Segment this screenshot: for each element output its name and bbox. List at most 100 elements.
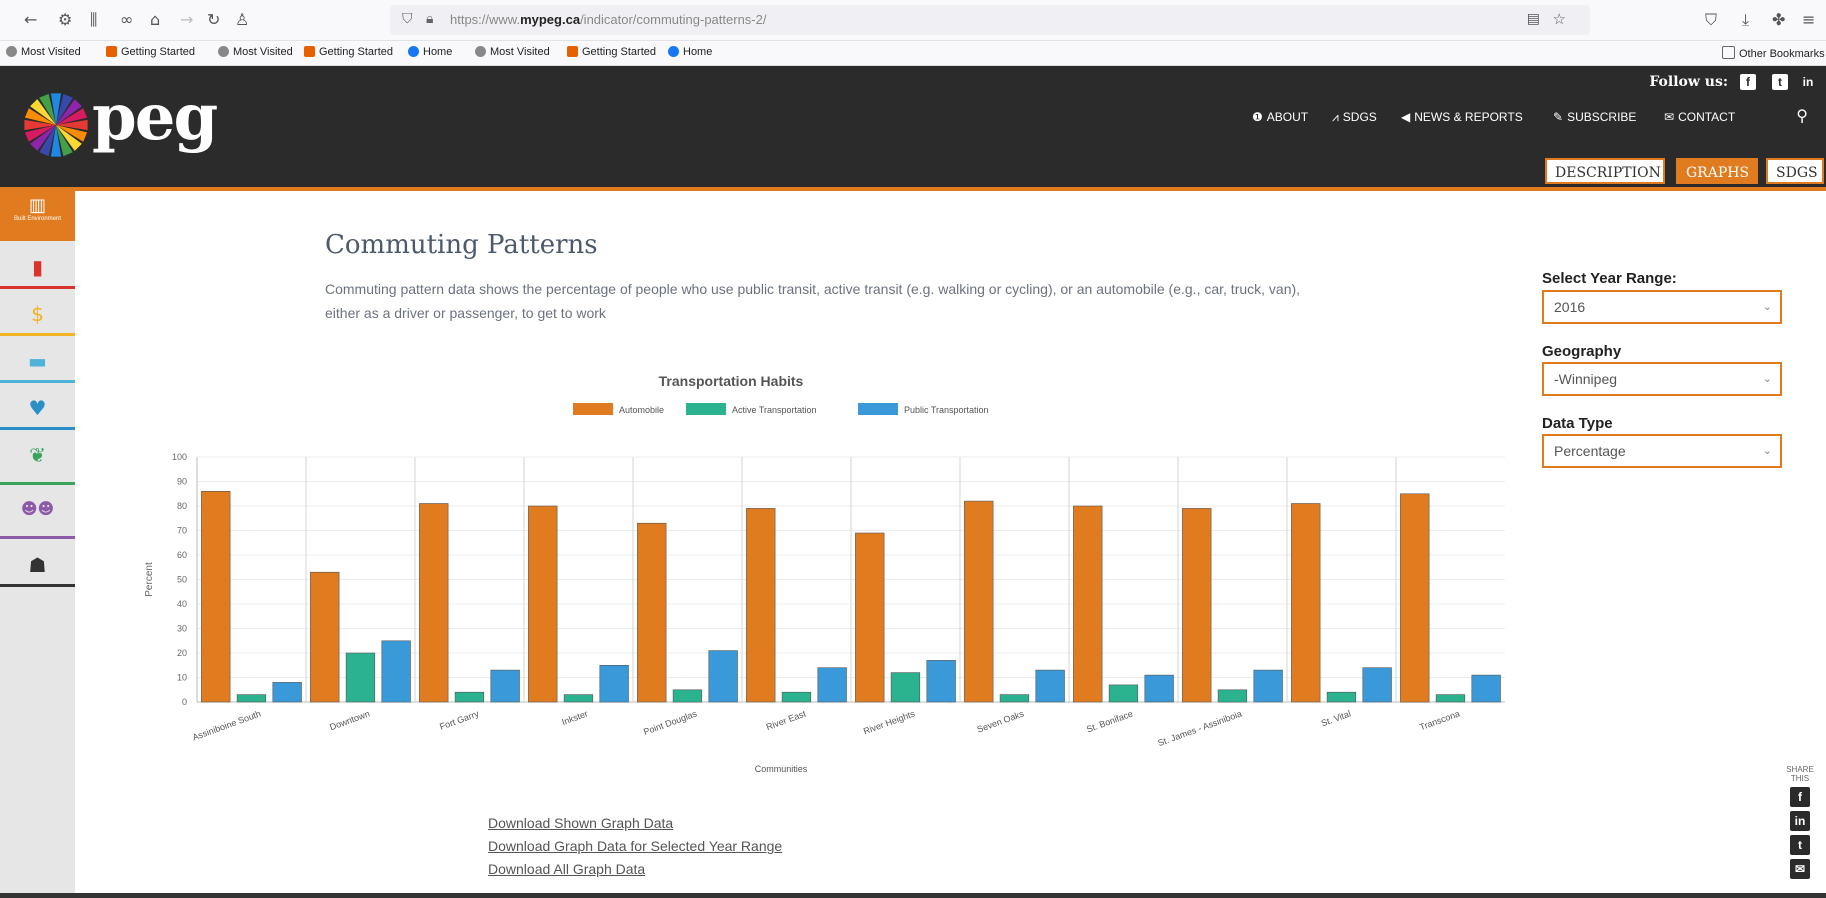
megaphone-icon: ◀ bbox=[1401, 110, 1411, 124]
share-email-icon[interactable]: ✉ bbox=[1790, 859, 1810, 879]
bookmark-most-visited[interactable]: Most Visited bbox=[475, 46, 550, 58]
sidebar-item-education[interactable]: ▬ bbox=[0, 337, 75, 383]
bookmark-getting-started[interactable]: Getting Started bbox=[106, 46, 195, 58]
bookmark-home[interactable]: Home bbox=[668, 46, 712, 58]
x-tick-label: Point Douglas bbox=[642, 708, 699, 737]
y-tick-label: 20 bbox=[177, 648, 187, 658]
x-tick-label: Inkster bbox=[560, 708, 589, 727]
bar-automobile bbox=[746, 508, 776, 703]
facebook-icon[interactable]: f bbox=[1740, 74, 1756, 90]
peg-logo-icon[interactable] bbox=[22, 91, 90, 159]
firefox-icon bbox=[567, 46, 578, 57]
bar-automobile bbox=[964, 500, 994, 703]
twitter-icon[interactable]: t bbox=[1772, 74, 1788, 90]
nav-subscribe[interactable]: ✎ SUBSCRIBE bbox=[1553, 110, 1636, 124]
gear-icon bbox=[218, 46, 229, 57]
sidebar-item-economy[interactable]: $ bbox=[0, 290, 75, 336]
legend-swatch bbox=[686, 403, 726, 415]
nav-about[interactable]: ❶ ABOUT bbox=[1252, 110, 1308, 124]
bar-active-transportation bbox=[563, 694, 594, 703]
tab-description[interactable]: DESCRIPTION bbox=[1545, 158, 1665, 184]
reload-icon[interactable]: ↻ bbox=[207, 10, 220, 29]
bookmark-most-visited[interactable]: Most Visited bbox=[6, 46, 81, 58]
linkedin-icon[interactable]: in bbox=[1800, 74, 1816, 90]
back-icon[interactable]: ← bbox=[24, 10, 37, 29]
bookmark-star-icon[interactable]: ☆ bbox=[1553, 10, 1566, 28]
y-axis-label: Percent bbox=[144, 562, 155, 597]
extensions-icon[interactable]: ✤ bbox=[1772, 10, 1785, 29]
sidebar-item-environment[interactable]: ❦ bbox=[0, 431, 75, 485]
data-type-select[interactable]: Percentage ⌄ bbox=[1542, 434, 1782, 468]
url-text[interactable]: https://www.mypeg.ca/indicator/commuting… bbox=[450, 12, 766, 27]
sidebar-item-built-environment[interactable]: ▥ Built Environment bbox=[0, 191, 75, 241]
chart-icon: ⩘ bbox=[1332, 110, 1339, 124]
envelope-icon: ✉ bbox=[1664, 110, 1675, 124]
sidebar-item-mind[interactable]: ☗ bbox=[0, 541, 75, 587]
x-tick-label: St. James - Assiniboia bbox=[1157, 708, 1244, 748]
follow-us-label: Follow us: bbox=[1649, 74, 1728, 90]
leaf-icon: ❦ bbox=[29, 443, 46, 467]
year-range-label: Select Year Range: bbox=[1542, 270, 1677, 287]
share-linkedin-icon[interactable]: in bbox=[1790, 811, 1810, 831]
site-logo[interactable]: peg bbox=[92, 80, 218, 155]
sidebar-item-social[interactable]: ☻☻ bbox=[0, 487, 75, 539]
bar-active-transportation bbox=[1435, 694, 1466, 703]
address-bar[interactable]: ⛉ 🔒︎ https://www.mypeg.ca/indicator/comm… bbox=[390, 5, 1590, 35]
category-sidebar: ▥ Built Environment ▮ $ ▬ ♥ ❦ ☻☻ ☗ bbox=[0, 191, 75, 898]
sidebar-item-lungs[interactable]: ▮ bbox=[0, 243, 75, 289]
glasses-icon[interactable]: ∞ bbox=[120, 10, 133, 29]
bar-active-transportation bbox=[345, 652, 376, 703]
bar-active-transportation bbox=[454, 691, 485, 703]
nav-sdgs[interactable]: ⩘ SDGS bbox=[1332, 110, 1377, 125]
bar-public-transportation bbox=[1362, 667, 1392, 703]
bookmark-getting-started[interactable]: Getting Started bbox=[304, 46, 393, 58]
bookmark-getting-started[interactable]: Getting Started bbox=[567, 46, 656, 58]
bar-automobile bbox=[1182, 508, 1212, 703]
head-icon: ☗ bbox=[28, 553, 47, 577]
sidebar-item-health[interactable]: ♥ bbox=[0, 384, 75, 430]
bar-public-transportation bbox=[817, 667, 847, 703]
legend-swatch bbox=[573, 403, 613, 415]
x-axis-label: Communities bbox=[755, 764, 808, 774]
extension-icon[interactable]: ⚙ bbox=[58, 10, 72, 29]
bar-automobile bbox=[1073, 505, 1103, 703]
download-shown-link[interactable]: Download Shown Graph Data bbox=[488, 812, 782, 835]
shield-icon[interactable]: ⛉ bbox=[402, 11, 413, 27]
pencil-icon: ✎ bbox=[1553, 110, 1564, 124]
share-facebook-icon[interactable]: f bbox=[1790, 787, 1810, 807]
bookmark-home[interactable]: Home bbox=[408, 46, 452, 58]
bar-automobile bbox=[1291, 503, 1321, 703]
geography-select[interactable]: -Winnipeg ⌄ bbox=[1542, 362, 1782, 396]
reader-view-icon[interactable]: ▤ bbox=[1527, 11, 1540, 27]
forward-icon[interactable]: → bbox=[180, 10, 193, 29]
menu-icon[interactable]: ≡ bbox=[1802, 10, 1815, 29]
home-icon[interactable]: ⌂ bbox=[150, 10, 160, 29]
library-icon[interactable]: ⫼ bbox=[90, 10, 97, 30]
bookmark-most-visited[interactable]: Most Visited bbox=[218, 46, 293, 58]
download-all-link[interactable]: Download All Graph Data bbox=[488, 858, 782, 881]
facebook-icon bbox=[408, 46, 419, 57]
pocket-icon[interactable]: ⛉ bbox=[1705, 10, 1717, 30]
legend-label: Automobile bbox=[619, 405, 664, 415]
other-bookmarks[interactable]: Other Bookmarks bbox=[1722, 46, 1825, 60]
transportation-chart: Transportation Habits Automobile Active Tr… bbox=[140, 370, 1540, 810]
page-title: Commuting Patterns bbox=[325, 230, 598, 260]
heart-icon: ♥ bbox=[28, 396, 47, 420]
download-range-link[interactable]: Download Graph Data for Selected Year Ra… bbox=[488, 835, 782, 858]
bar-automobile bbox=[637, 522, 667, 703]
account-icon[interactable]: ♙ bbox=[235, 10, 249, 29]
nav-news-reports[interactable]: ◀ NEWS & REPORTS bbox=[1401, 110, 1523, 124]
nav-contact[interactable]: ✉ CONTACT bbox=[1664, 110, 1735, 124]
tab-sdgs[interactable]: SDGS bbox=[1766, 158, 1824, 184]
bar-public-transportation bbox=[926, 660, 956, 703]
sidebar-item-label: Built Environment bbox=[13, 216, 62, 222]
share-twitter-icon[interactable]: t bbox=[1790, 835, 1810, 855]
firefox-icon bbox=[106, 46, 117, 57]
y-tick-label: 60 bbox=[177, 550, 187, 560]
bar-active-transportation bbox=[999, 694, 1030, 703]
search-icon[interactable]: ⚲ bbox=[1796, 106, 1808, 125]
lock-icon[interactable]: 🔒︎ bbox=[426, 11, 433, 27]
year-range-select[interactable]: 2016 ⌄ bbox=[1542, 290, 1782, 324]
tab-graphs[interactable]: GRAPHS bbox=[1676, 158, 1758, 184]
download-icon[interactable]: ⤓ bbox=[1742, 10, 1749, 30]
